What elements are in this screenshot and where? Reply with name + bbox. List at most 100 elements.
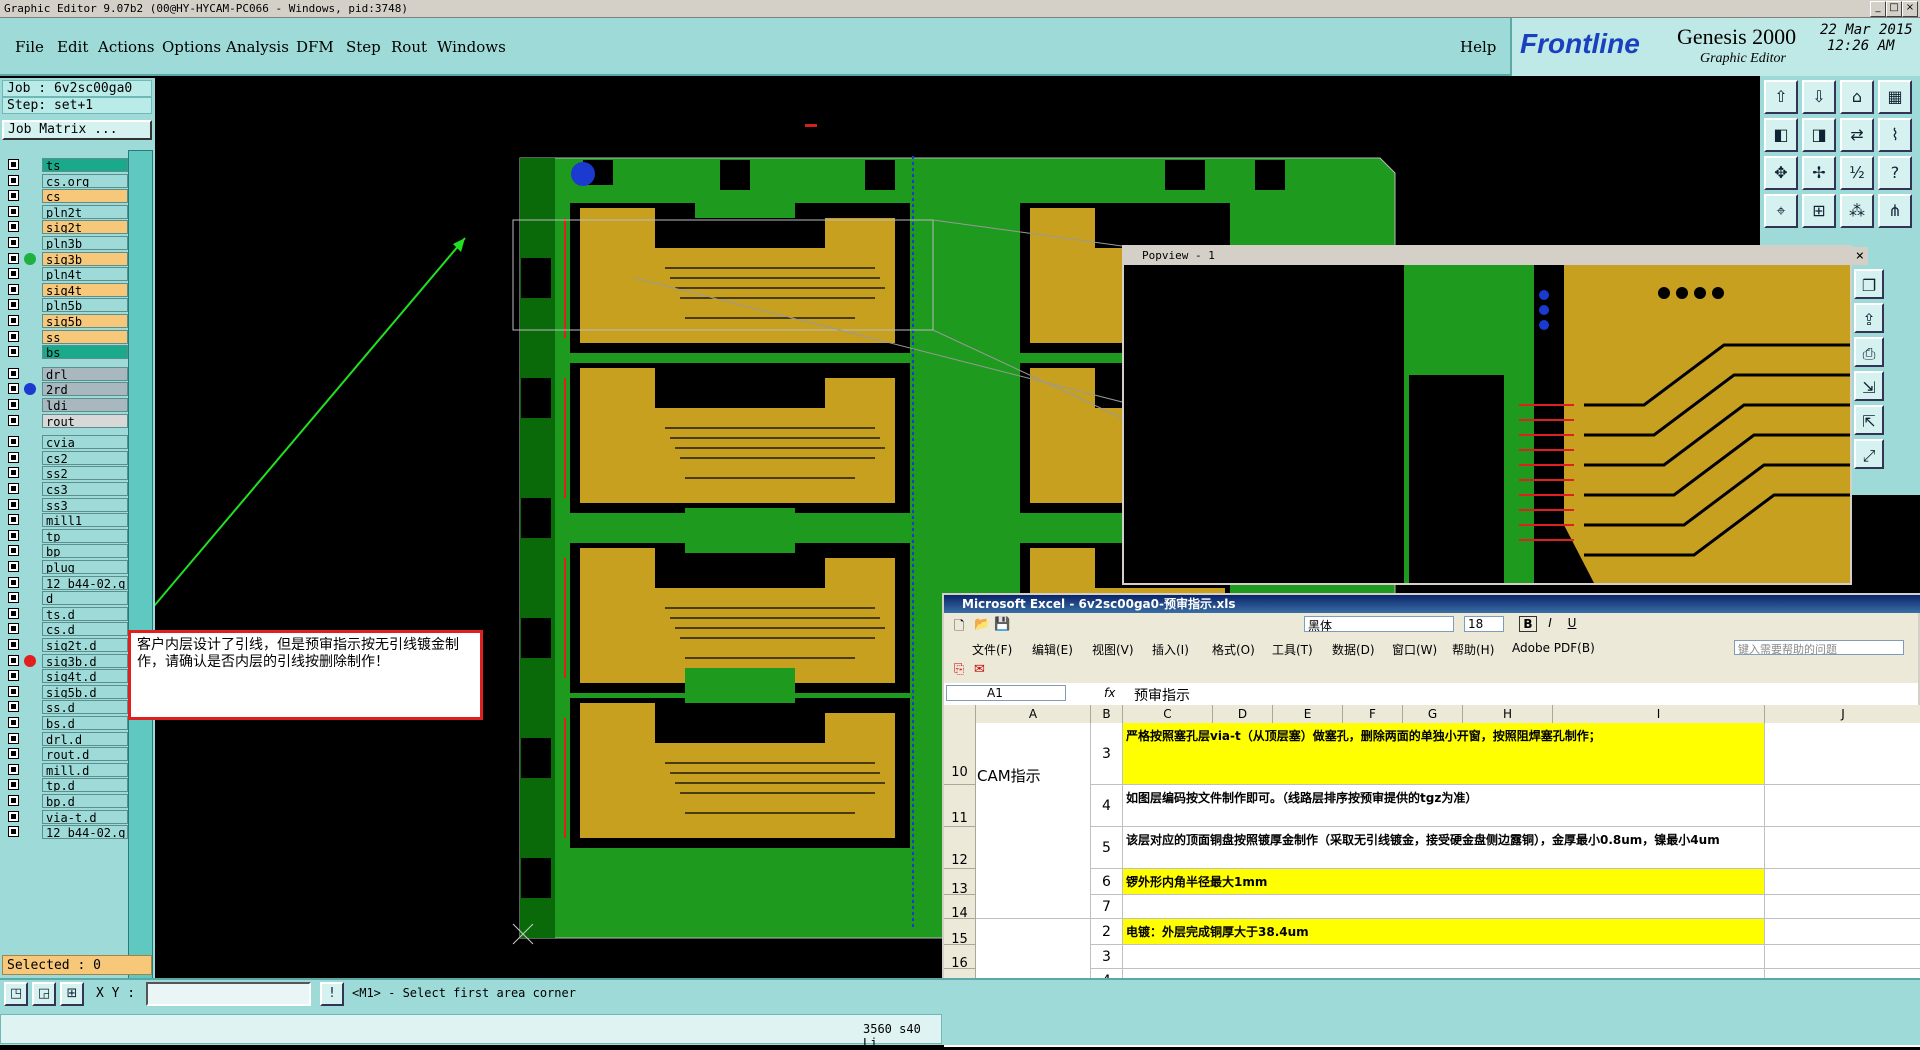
col-header-a[interactable]: A bbox=[976, 705, 1091, 723]
menu-rout[interactable]: Rout bbox=[391, 38, 427, 56]
layer-name[interactable]: sig3b.d bbox=[42, 653, 128, 668]
new-file-icon[interactable]: 🗋 bbox=[954, 617, 964, 639]
layer-checkbox[interactable] bbox=[8, 561, 19, 572]
excel-menu-tools[interactable]: 工具(T) bbox=[1272, 641, 1313, 658]
layer-row[interactable]: pln4t bbox=[6, 267, 128, 282]
layer-name[interactable]: 12_b44-02.g bbox=[42, 825, 128, 840]
layer-name[interactable]: cs.d bbox=[42, 622, 128, 637]
layer-name[interactable]: cs3 bbox=[42, 482, 128, 496]
menu-options[interactable]: Options bbox=[162, 38, 221, 56]
layer-name[interactable]: ss.d bbox=[42, 700, 128, 715]
layer-row[interactable]: sig2t bbox=[6, 220, 128, 235]
col-header-g[interactable]: G bbox=[1403, 705, 1463, 723]
cell-a[interactable] bbox=[976, 869, 1091, 895]
layer-checkbox[interactable] bbox=[8, 315, 19, 326]
layer-row[interactable]: sig2t.d bbox=[6, 638, 128, 652]
cell-j[interactable] bbox=[1765, 869, 1920, 895]
row-header[interactable]: 15 bbox=[944, 919, 976, 947]
layer-row[interactable]: ts bbox=[6, 158, 128, 172]
col-header-d[interactable]: D bbox=[1213, 705, 1273, 723]
layer-row[interactable]: plug bbox=[6, 560, 128, 574]
layer-checkbox[interactable] bbox=[8, 576, 19, 588]
group-label-cell[interactable]: CAM指示 bbox=[977, 765, 1041, 786]
layer-row[interactable]: bp.d bbox=[6, 794, 128, 808]
layer-checkbox[interactable] bbox=[8, 545, 19, 557]
layer-row[interactable]: mill1 bbox=[6, 513, 128, 528]
layer-row[interactable]: bs.d bbox=[6, 716, 128, 730]
bold-button[interactable]: B bbox=[1519, 616, 1537, 632]
layer-checkbox[interactable] bbox=[8, 607, 19, 619]
layer-row[interactable]: bp bbox=[6, 544, 128, 559]
excel-menu-edit[interactable]: 编辑(E) bbox=[1032, 641, 1073, 658]
layer-row[interactable]: ldi bbox=[6, 398, 128, 412]
scale-icon[interactable]: ½ bbox=[1840, 156, 1874, 190]
layer-row[interactable]: cs.org bbox=[6, 173, 128, 188]
layer-row[interactable]: pln3b bbox=[6, 236, 128, 250]
formula-input[interactable]: 预审指示 bbox=[1134, 685, 1190, 705]
home-icon[interactable]: ⌂ bbox=[1840, 80, 1874, 114]
layer-name[interactable]: sig4t.d bbox=[42, 669, 128, 684]
layer-checkbox[interactable] bbox=[8, 732, 19, 744]
layer-name[interactable]: pln2t bbox=[42, 204, 128, 219]
menu-actions[interactable]: Actions bbox=[98, 38, 154, 56]
col-header-h[interactable]: H bbox=[1463, 705, 1553, 723]
layer-name[interactable]: via-t.d bbox=[42, 809, 128, 824]
layer-checkbox[interactable] bbox=[8, 190, 19, 202]
layer-row[interactable]: d bbox=[6, 591, 128, 606]
layer-checkbox[interactable] bbox=[8, 399, 19, 410]
layer-name[interactable]: cs.org bbox=[42, 173, 128, 188]
layer-name[interactable]: mill1 bbox=[42, 513, 128, 528]
col-header-i[interactable]: I bbox=[1553, 705, 1765, 723]
layer-name[interactable]: ts.d bbox=[42, 606, 128, 621]
pdf-icon[interactable]: ⎘ bbox=[954, 662, 964, 677]
layer-name[interactable]: drl bbox=[42, 366, 128, 381]
excel-menu-help[interactable]: 帮助(H) bbox=[1452, 641, 1494, 658]
popview-canvas[interactable] bbox=[1124, 265, 1850, 583]
step-down-icon[interactable]: ⇩ bbox=[1802, 80, 1836, 114]
cell-c-instruction[interactable]: 锣外形内角半径最大1mm bbox=[1123, 869, 1765, 895]
layer-row[interactable]: 2rd bbox=[6, 382, 128, 397]
measure-icon[interactable]: ⌖ bbox=[1764, 194, 1798, 228]
info-icon[interactable]: ! bbox=[320, 982, 344, 1006]
layer-name[interactable]: rout.d bbox=[42, 747, 128, 762]
excel-menu-data[interactable]: 数据(D) bbox=[1332, 641, 1375, 658]
popview-window[interactable]: Popview - 1 × bbox=[1122, 245, 1868, 585]
cell-c-instruction[interactable]: 如图层编码按文件制作即可。（线路层排序按预审提供的tgz为准） bbox=[1123, 785, 1765, 827]
swap-icon[interactable]: ⇄ bbox=[1840, 118, 1874, 152]
layer-row[interactable]: sig4t.d bbox=[6, 669, 128, 684]
layer-name[interactable]: d bbox=[42, 591, 128, 606]
layer-checkbox[interactable] bbox=[8, 514, 19, 526]
layer-checkbox[interactable] bbox=[8, 205, 19, 217]
cell-b-number[interactable]: 4 bbox=[1091, 785, 1123, 827]
layer-checkbox[interactable] bbox=[8, 701, 19, 713]
layer-name[interactable]: ss bbox=[42, 329, 128, 344]
layer-name[interactable]: ss3 bbox=[42, 497, 128, 512]
cell-j[interactable] bbox=[1765, 895, 1920, 919]
layer-checkbox[interactable] bbox=[8, 346, 19, 358]
layer-row[interactable]: rout bbox=[6, 413, 128, 428]
layer-row[interactable]: tp bbox=[6, 528, 128, 543]
help-icon[interactable]: ? bbox=[1878, 156, 1912, 190]
layer-checkbox[interactable] bbox=[8, 654, 19, 666]
cell-j[interactable] bbox=[1765, 945, 1920, 969]
layer-row[interactable]: 12_b44-02.g bbox=[6, 575, 128, 590]
excel-menu-format[interactable]: 格式(O) bbox=[1212, 641, 1255, 658]
layer-scrollbar[interactable] bbox=[128, 150, 153, 980]
cell-c-instruction[interactable]: 严格按照塞孔层via-t（从顶层塞）做塞孔，删除两面的单独小开窗，按照阻焊塞孔制… bbox=[1123, 723, 1765, 785]
layer-row[interactable]: pln5b bbox=[6, 298, 128, 313]
layer-name[interactable]: cs2 bbox=[42, 450, 128, 465]
layer-checkbox[interactable] bbox=[8, 383, 19, 395]
cell-a[interactable] bbox=[976, 785, 1091, 827]
layer-name[interactable]: ss2 bbox=[42, 466, 128, 481]
layer-row[interactable]: ss.d bbox=[6, 700, 128, 715]
layer-name[interactable]: sig5b.d bbox=[42, 684, 128, 699]
step-up-icon[interactable]: ⇧ bbox=[1764, 80, 1798, 114]
excel-menu-view[interactable]: 视图(V) bbox=[1092, 641, 1134, 658]
cell-b-number[interactable]: 3 bbox=[1091, 945, 1123, 969]
row-header[interactable]: 12 bbox=[944, 827, 976, 869]
layer-name[interactable]: bs.d bbox=[42, 716, 128, 730]
layer-checkbox[interactable] bbox=[8, 221, 19, 233]
col-header-b[interactable]: B bbox=[1091, 705, 1123, 723]
layer-name[interactable]: sig3b bbox=[42, 251, 128, 266]
menu-file[interactable]: File bbox=[15, 38, 44, 56]
